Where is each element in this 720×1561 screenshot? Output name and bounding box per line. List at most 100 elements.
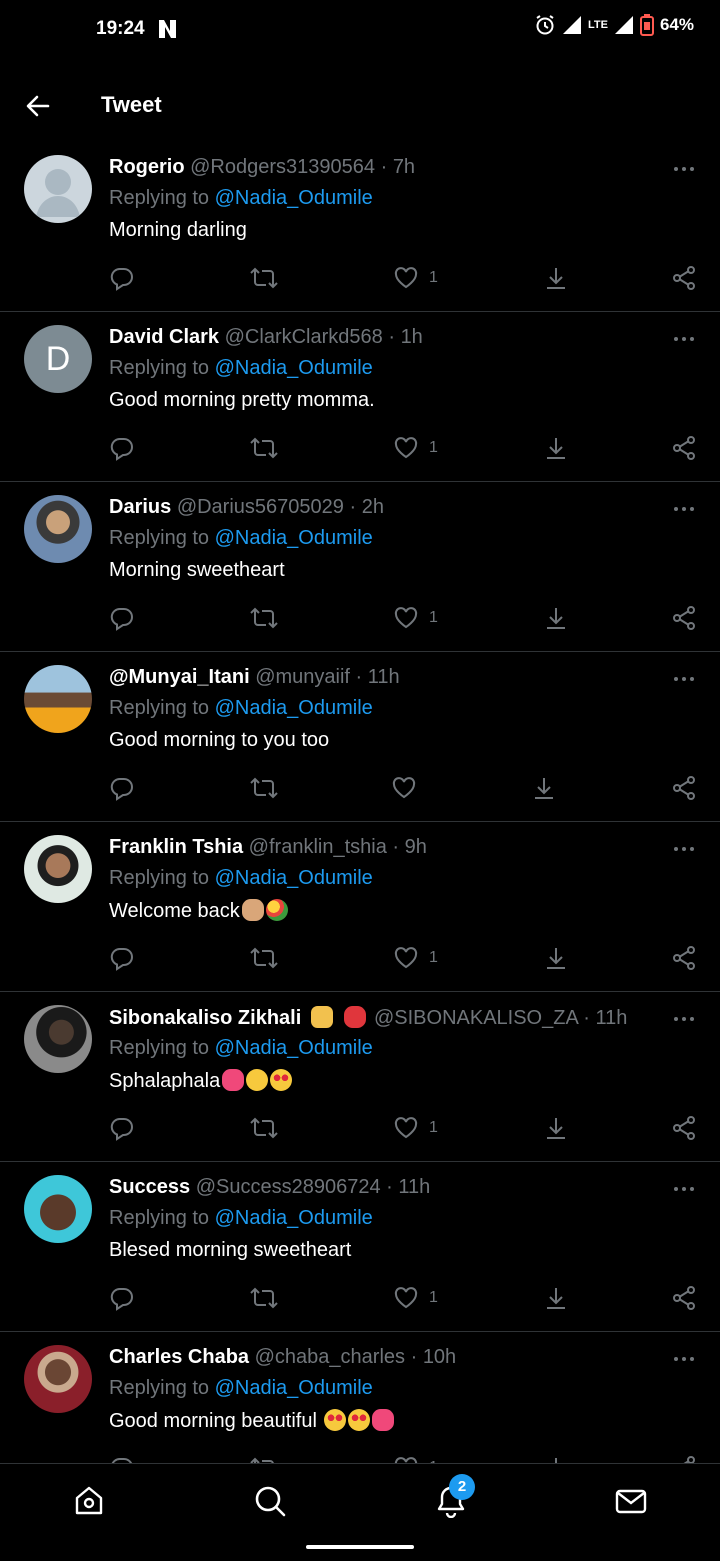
retweet-button[interactable] — [249, 774, 279, 802]
display-name[interactable]: Darius — [109, 496, 171, 518]
reply-item[interactable]: Rogerio @Rodgers31390564 · 7h Replying t… — [0, 142, 720, 312]
reply-item[interactable]: @Munyai_Itani @munyaiif · 11h Replying t… — [0, 652, 720, 822]
like-button[interactable]: 1 — [393, 944, 438, 972]
avatar[interactable] — [24, 1175, 92, 1243]
reply-item[interactable]: Franklin Tshia @franklin_tshia · 9h Repl… — [0, 822, 720, 992]
like-button[interactable]: 1 — [393, 264, 438, 292]
home-icon[interactable] — [72, 1484, 106, 1518]
download-button[interactable] — [543, 944, 569, 972]
mention-link[interactable]: @Nadia_Odumile — [215, 1037, 373, 1059]
display-name[interactable]: @Munyai_Itani — [109, 666, 250, 688]
like-button[interactable]: 1 — [393, 1284, 438, 1312]
reply-button[interactable] — [109, 264, 135, 292]
more-options-icon[interactable] — [672, 332, 696, 346]
download-button[interactable] — [543, 604, 569, 632]
two-hearts-emoji — [372, 1409, 395, 1431]
more-options-icon[interactable] — [672, 1352, 696, 1366]
display-name[interactable]: Franklin Tshia — [109, 836, 243, 858]
share-button[interactable] — [671, 774, 697, 802]
download-button[interactable] — [543, 434, 569, 462]
mention-link[interactable]: @Nadia_Odumile — [215, 1377, 373, 1399]
more-options-icon[interactable] — [672, 672, 696, 686]
reply-item[interactable]: Success @Success28906724 · 11h Replying … — [0, 1162, 720, 1332]
share-button[interactable] — [671, 1114, 697, 1142]
download-button[interactable] — [531, 774, 557, 802]
home-indicator — [306, 1545, 414, 1549]
avatar[interactable] — [24, 495, 92, 563]
page-title: Tweet — [101, 92, 162, 117]
retweet-button[interactable] — [249, 1284, 279, 1312]
share-button[interactable] — [671, 604, 697, 632]
reply-button[interactable] — [109, 1114, 135, 1142]
reply-text: Blesed morning sweetheart — [109, 1239, 352, 1261]
retweet-button[interactable] — [249, 944, 279, 972]
mention-link[interactable]: @Nadia_Odumile — [215, 1207, 373, 1229]
clapping-hands-emoji — [241, 899, 264, 921]
more-options-icon[interactable] — [672, 502, 696, 516]
replying-to: Replying to @Nadia_Odumile — [109, 1377, 373, 1400]
share-button[interactable] — [671, 264, 697, 292]
display-name[interactable]: Charles Chaba — [109, 1346, 249, 1368]
mention-link[interactable]: @Nadia_Odumile — [215, 697, 373, 719]
reply-icon — [110, 777, 133, 801]
retweet-icon — [250, 267, 278, 289]
retweet-button[interactable] — [249, 604, 279, 632]
reply-text-wrap: Good morning beautiful — [109, 1409, 395, 1433]
reply-button[interactable] — [109, 774, 135, 802]
like-button[interactable]: 1 — [393, 434, 438, 462]
download-icon — [547, 948, 565, 969]
reply-item[interactable]: Sibonakaliso Zikhali @SIBONAKALISO_ZA · … — [0, 992, 720, 1162]
heart-icon — [394, 267, 418, 289]
timestamp: 10h — [422, 1346, 457, 1368]
like-button[interactable]: 1 — [393, 604, 438, 632]
more-options-icon[interactable] — [672, 1012, 696, 1026]
more-options-icon[interactable] — [672, 162, 696, 176]
reply-item[interactable]: D David Clark @ClarkClarkd568 · 1h Reply… — [0, 312, 720, 482]
share-button[interactable] — [671, 434, 697, 462]
reply-button[interactable] — [109, 434, 135, 462]
download-button[interactable] — [543, 264, 569, 292]
retweet-button[interactable] — [249, 1114, 279, 1142]
retweet-button[interactable] — [249, 434, 279, 462]
avatar[interactable] — [24, 665, 92, 733]
mention-link[interactable]: @Nadia_Odumile — [215, 867, 373, 889]
reply-header: Darius @Darius56705029 · 2h — [109, 496, 630, 519]
avatar[interactable]: D — [24, 325, 92, 393]
avatar[interactable] — [24, 835, 92, 903]
mention-link[interactable]: @Nadia_Odumile — [215, 527, 373, 549]
reply-button[interactable] — [109, 1284, 135, 1312]
messages-icon[interactable] — [614, 1484, 648, 1518]
share-button[interactable] — [671, 944, 697, 972]
mention-link[interactable]: @Nadia_Odumile — [215, 357, 373, 379]
avatar[interactable] — [24, 1345, 92, 1413]
replies-feed: Rogerio @Rodgers31390564 · 7h Replying t… — [0, 142, 720, 1501]
share-icon — [673, 946, 695, 970]
retweet-button[interactable] — [249, 264, 279, 292]
more-options-icon[interactable] — [672, 1182, 696, 1196]
action-bar: 1 — [109, 1284, 697, 1312]
separator: · — [410, 1346, 418, 1368]
avatar[interactable] — [24, 155, 92, 223]
replying-label: Replying to — [109, 867, 210, 889]
display-name[interactable]: Rogerio — [109, 156, 185, 178]
like-button[interactable] — [391, 774, 427, 802]
download-button[interactable] — [543, 1114, 569, 1142]
avatar[interactable] — [24, 1005, 92, 1073]
back-arrow-icon[interactable] — [22, 90, 54, 122]
separator: · — [355, 666, 363, 688]
reply-header: Franklin Tshia @franklin_tshia · 9h — [109, 836, 630, 859]
search-icon[interactable] — [253, 1484, 287, 1518]
mention-link[interactable]: @Nadia_Odumile — [215, 187, 373, 209]
share-button[interactable] — [671, 1284, 697, 1312]
reply-item[interactable]: Darius @Darius56705029 · 2h Replying to … — [0, 482, 720, 652]
reply-header: Charles Chaba @chaba_charles · 10h — [109, 1346, 630, 1369]
user-handle: @chaba_charles — [254, 1346, 406, 1368]
download-button[interactable] — [543, 1284, 569, 1312]
reply-button[interactable] — [109, 604, 135, 632]
reply-button[interactable] — [109, 944, 135, 972]
like-button[interactable]: 1 — [393, 1114, 438, 1142]
display-name[interactable]: Success — [109, 1176, 190, 1198]
display-name[interactable]: David Clark — [109, 326, 219, 348]
more-options-icon[interactable] — [672, 842, 696, 856]
display-name[interactable]: Sibonakaliso Zikhali — [109, 1007, 301, 1029]
